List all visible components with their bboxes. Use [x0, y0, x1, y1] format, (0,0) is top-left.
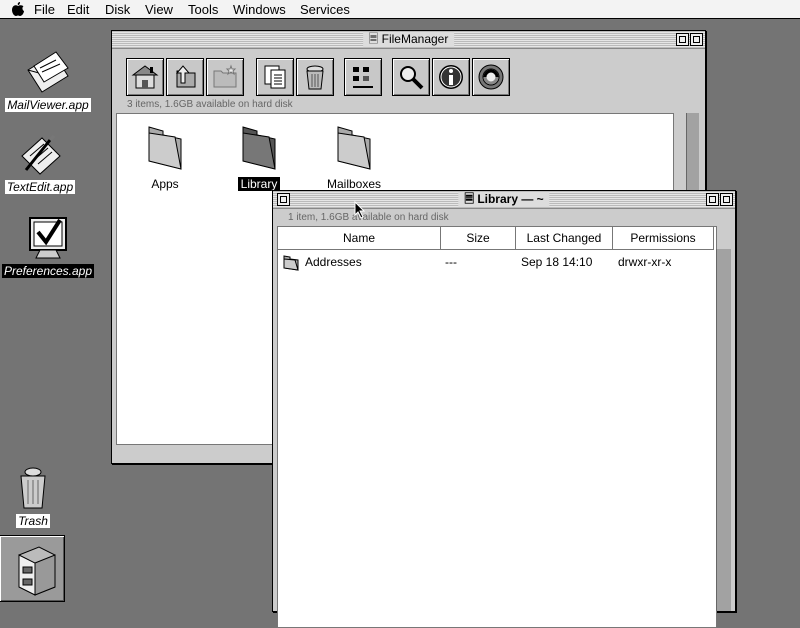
- preferences-icon: [29, 217, 67, 259]
- folder-item-mailboxes[interactable]: Mailboxes: [309, 121, 399, 191]
- menu-bar: File Edit Disk View Tools Windows Servic…: [0, 0, 800, 19]
- column-header-size[interactable]: Size: [441, 227, 516, 250]
- folder-icon: [242, 126, 276, 170]
- library-title-text: Library: [477, 192, 518, 206]
- filemanager-title-text: FileManager: [381, 32, 449, 46]
- file-cabinet-icon: [18, 546, 56, 596]
- folder-label: Mailboxes: [326, 177, 382, 191]
- library-titlebar[interactable]: 🗏 Library — ~: [273, 191, 735, 209]
- library-status: 1 item, 1.6GB available on hard disk: [288, 212, 449, 223]
- new-folder-icon: [213, 64, 237, 88]
- zoom-button[interactable]: [720, 193, 733, 206]
- trash-icon: [306, 65, 324, 90]
- column-header-last-changed[interactable]: Last Changed: [516, 227, 613, 250]
- library-list: Name Size Last Changed Permissions Addre…: [277, 226, 717, 628]
- new-folder-button[interactable]: [206, 58, 244, 96]
- text-edit-icon: [21, 134, 61, 175]
- info-icon: [439, 65, 463, 89]
- menu-services[interactable]: Services: [300, 2, 350, 17]
- desktop-icon-mailviewer[interactable]: MailViewer.app: [0, 48, 96, 112]
- library-scrollbar[interactable]: [716, 249, 731, 611]
- filemanager-status: 3 items, 1.6GB available on hard disk: [127, 99, 293, 110]
- desktop-icon-trash[interactable]: Trash: [0, 464, 81, 528]
- miniaturize-button[interactable]: [706, 193, 719, 206]
- menu-file[interactable]: File: [34, 2, 55, 17]
- zoom-button[interactable]: [690, 33, 703, 46]
- menu-windows[interactable]: Windows: [233, 2, 286, 17]
- folder-item-apps[interactable]: Apps: [120, 121, 210, 191]
- filemanager-title: 🗏 FileManager: [362, 32, 455, 47]
- miniaturize-button[interactable]: [676, 33, 689, 46]
- view-icon: [353, 67, 373, 88]
- column-header-name[interactable]: Name: [278, 227, 441, 250]
- folder-label: Library: [237, 177, 281, 191]
- folder-label: Apps: [151, 177, 179, 191]
- desktop-icon-textedit[interactable]: TextEdit.app: [0, 130, 88, 194]
- desktop-icon-label: TextEdit.app: [4, 180, 76, 194]
- row-size: ---: [445, 255, 457, 269]
- library-window: 🗏 Library — ~ 1 item, 1.6GB available on…: [272, 190, 736, 628]
- home-button[interactable]: [126, 58, 164, 96]
- filemanager-titlebar[interactable]: 🗏 FileManager: [112, 31, 705, 49]
- up-button[interactable]: [166, 58, 204, 96]
- delete-button[interactable]: [296, 58, 334, 96]
- desktop-icon-label: Trash: [16, 514, 50, 528]
- document-icon: 🗏: [464, 192, 474, 206]
- home-icon: [131, 65, 159, 89]
- folder-item-library[interactable]: Library: [214, 121, 304, 191]
- copy-button[interactable]: [256, 58, 294, 96]
- column-header-permissions[interactable]: Permissions: [613, 227, 714, 250]
- folder-icon: [148, 126, 182, 170]
- view-mode-button[interactable]: [344, 58, 382, 96]
- apple-icon[interactable]: [10, 1, 26, 17]
- menu-tools[interactable]: Tools: [188, 2, 218, 17]
- copy-icon: [264, 65, 286, 89]
- mouse-pointer-icon: [354, 201, 366, 219]
- spinner-icon: [478, 64, 504, 90]
- trash-icon: [20, 467, 46, 509]
- up-icon: [175, 65, 196, 88]
- info-button[interactable]: [432, 58, 470, 96]
- search-button[interactable]: [392, 58, 430, 96]
- menu-view[interactable]: View: [145, 2, 173, 17]
- row-name: Addresses: [305, 255, 362, 269]
- folder-icon: [283, 255, 299, 271]
- document-icon: 🗏: [368, 32, 379, 46]
- table-row[interactable]: Addresses --- Sep 18 14:10 drwxr-xr-x: [278, 251, 716, 273]
- filemanager-toolbar: [126, 58, 526, 96]
- mail-icon: [27, 51, 69, 93]
- desktop-icon-preferences[interactable]: Preferences.app: [0, 214, 96, 278]
- folder-icon: [337, 126, 371, 170]
- close-button[interactable]: [277, 193, 290, 206]
- desktop-icon-label: Preferences.app: [1, 264, 95, 278]
- workspace-button[interactable]: [472, 58, 510, 96]
- row-permissions: drwxr-xr-x: [618, 255, 672, 269]
- search-icon: [400, 66, 424, 90]
- dock-tile-filemanager[interactable]: [0, 535, 65, 602]
- desktop-icon-label: MailViewer.app: [5, 98, 91, 112]
- row-last-changed: Sep 18 14:10: [521, 255, 593, 269]
- menu-edit[interactable]: Edit: [67, 2, 89, 17]
- library-title-suffix: — ~: [521, 192, 544, 206]
- library-title: 🗏 Library — ~: [458, 192, 550, 207]
- menu-disk[interactable]: Disk: [105, 2, 130, 17]
